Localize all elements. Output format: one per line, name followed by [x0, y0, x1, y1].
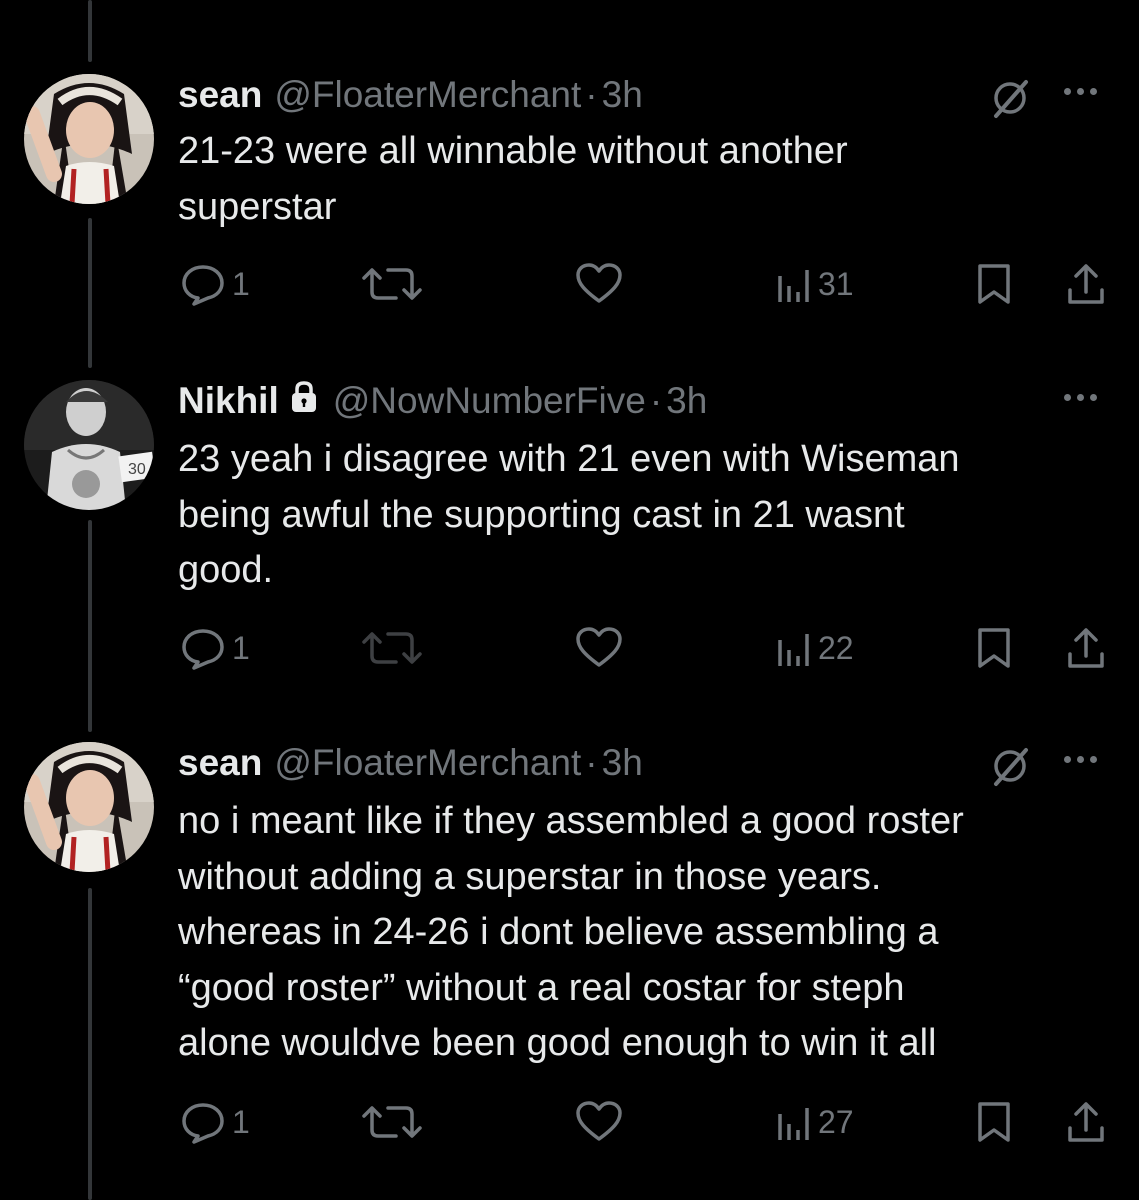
reply-count: 1 [232, 1103, 250, 1140]
reply-button[interactable]: 1 [180, 626, 250, 670]
like-button[interactable] [574, 1100, 624, 1144]
tweet[interactable]: sean @FloaterMerchant · 3h no i meant li… [0, 740, 1139, 1160]
retweet-icon [362, 1106, 422, 1138]
retweet-icon [362, 632, 422, 664]
reply-icon [182, 265, 224, 306]
avatar[interactable]: 30 [24, 380, 154, 510]
share-icon [1068, 264, 1104, 304]
bookmark-icon [978, 1102, 1010, 1142]
share-icon [1068, 1102, 1104, 1142]
user-handle[interactable]: @FloaterMerchant [274, 742, 581, 784]
grok-icon[interactable] [988, 744, 1032, 793]
share-button[interactable] [1064, 1100, 1108, 1144]
bookmark-button[interactable] [974, 262, 1014, 306]
lock-icon [289, 380, 319, 423]
tweet-actions: 1 22 [0, 626, 1139, 670]
display-name[interactable]: sean [178, 74, 262, 116]
like-button[interactable] [574, 262, 624, 306]
heart-icon [576, 1101, 622, 1141]
tweet-text: 23 yeah i disagree with 21 even with Wis… [178, 438, 960, 591]
more-options-icon[interactable] [1064, 756, 1097, 763]
bookmark-button[interactable] [974, 1100, 1014, 1144]
user-handle[interactable]: @FloaterMerchant [274, 74, 581, 116]
timestamp[interactable]: 3h [602, 742, 643, 784]
display-name[interactable]: sean [178, 742, 262, 784]
reply-button[interactable]: 1 [180, 262, 250, 306]
avatar[interactable] [24, 74, 154, 204]
view-count: 22 [818, 629, 854, 666]
user-handle[interactable]: @NowNumberFive [333, 380, 646, 422]
tweet-actions: 1 27 [0, 1100, 1139, 1144]
separator-dot: · [649, 380, 663, 421]
share-button[interactable] [1064, 626, 1108, 670]
separator-dot: · [585, 74, 598, 115]
more-options-icon[interactable] [1064, 394, 1097, 401]
tweet-text: no i meant like if they assembled a good… [178, 800, 964, 1064]
timestamp[interactable]: 3h [602, 74, 643, 116]
reply-button[interactable]: 1 [180, 1100, 250, 1144]
bookmark-icon [978, 628, 1010, 668]
reply-count: 1 [232, 265, 250, 302]
tweet-header: Nikhil @NowNumberFive · 3h [178, 378, 707, 424]
tweet-actions: 1 31 [0, 262, 1139, 306]
reply-icon [182, 1103, 224, 1144]
reply-icon [182, 629, 224, 670]
bookmark-button[interactable] [974, 626, 1014, 670]
avatar[interactable] [24, 742, 154, 872]
heart-icon [576, 263, 622, 303]
views-button[interactable]: 22 [776, 626, 854, 670]
analytics-icon [778, 270, 809, 302]
tweet-header: sean @FloaterMerchant · 3h [178, 740, 643, 786]
timestamp[interactable]: 3h [666, 380, 707, 422]
views-button[interactable]: 31 [776, 262, 854, 306]
avatar-jersey-number: 30 [128, 461, 146, 478]
retweet-button[interactable] [358, 626, 428, 670]
retweet-button[interactable] [358, 1100, 428, 1144]
separator-dot: · [585, 742, 598, 783]
analytics-icon [778, 1108, 809, 1140]
retweet-button[interactable] [358, 262, 428, 306]
tweet-text: 21-23 were all winnable without another … [178, 130, 848, 228]
analytics-icon [778, 634, 809, 666]
retweet-icon [362, 268, 422, 300]
tweet-header: sean @FloaterMerchant · 3h [178, 72, 643, 118]
view-count: 31 [818, 265, 854, 302]
thread-line [88, 0, 92, 62]
view-count: 27 [818, 1103, 854, 1140]
bookmark-icon [978, 264, 1010, 304]
share-button[interactable] [1064, 262, 1108, 306]
more-options-icon[interactable] [1064, 88, 1097, 95]
views-button[interactable]: 27 [776, 1100, 854, 1144]
like-button[interactable] [574, 626, 624, 670]
display-name[interactable]: Nikhil [178, 380, 279, 422]
reply-count: 1 [232, 629, 250, 666]
share-icon [1068, 628, 1104, 668]
heart-icon [576, 627, 622, 667]
grok-icon[interactable] [988, 76, 1032, 125]
tweet[interactable]: 30 Nikhil @NowNumberFive · 3h 23 yeah i … [0, 378, 1139, 678]
tweet[interactable]: sean @FloaterMerchant · 3h 21-23 were al… [0, 72, 1139, 312]
